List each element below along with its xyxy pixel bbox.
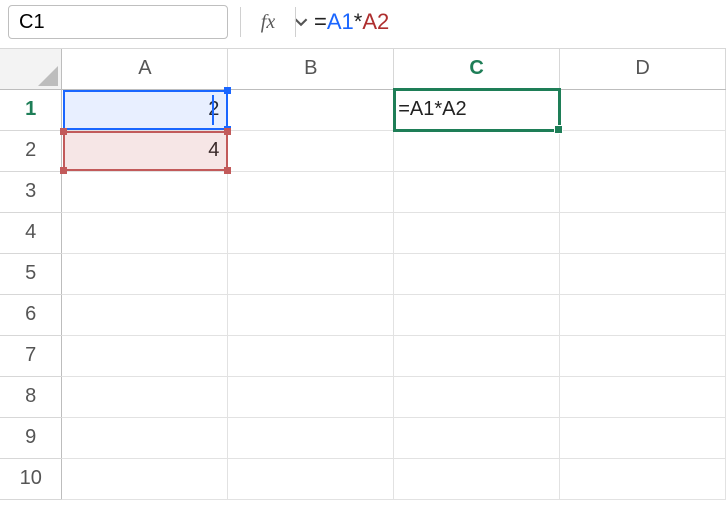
row-header-10[interactable]: 10	[0, 458, 62, 499]
cell-a7[interactable]	[62, 335, 228, 376]
cell-d6[interactable]	[560, 294, 726, 335]
cell-a2[interactable]: 4	[62, 130, 228, 171]
cell-b8[interactable]	[228, 376, 394, 417]
formula-equals: =	[314, 9, 327, 35]
row-header-1[interactable]: 1	[0, 89, 62, 130]
cell-c7[interactable]	[394, 335, 560, 376]
cell-d4[interactable]	[560, 212, 726, 253]
divider	[240, 7, 241, 37]
cell-c3[interactable]	[394, 171, 560, 212]
cell-c9[interactable]	[394, 417, 560, 458]
formula-bar[interactable]: =A1*A2	[308, 5, 718, 39]
row-header-3[interactable]: 3	[0, 171, 62, 212]
spreadsheet-grid[interactable]: A B C D 1 2 =A1*A2 2 4 3	[0, 48, 726, 500]
cell-a6[interactable]	[62, 294, 228, 335]
cell-d9[interactable]	[560, 417, 726, 458]
chevron-down-icon[interactable]	[294, 15, 308, 29]
cell-d8[interactable]	[560, 376, 726, 417]
cell-b3[interactable]	[228, 171, 394, 212]
cell-c10[interactable]	[394, 458, 560, 499]
cell-c1[interactable]: =A1*A2	[394, 89, 560, 130]
cell-c8[interactable]	[394, 376, 560, 417]
row-header-7[interactable]: 7	[0, 335, 62, 376]
cell-c6[interactable]	[394, 294, 560, 335]
cell-a5[interactable]	[62, 253, 228, 294]
cell-a8[interactable]	[62, 376, 228, 417]
row-header-6[interactable]: 6	[0, 294, 62, 335]
cell-a4[interactable]	[62, 212, 228, 253]
cell-b9[interactable]	[228, 417, 394, 458]
name-box-input[interactable]	[9, 11, 294, 34]
cell-d2[interactable]	[560, 130, 726, 171]
column-header-b[interactable]: B	[228, 49, 394, 89]
name-box[interactable]	[8, 5, 228, 39]
formula-toolbar: fx =A1*A2	[0, 0, 726, 48]
cell-d1[interactable]	[560, 89, 726, 130]
cell-a10[interactable]	[62, 458, 228, 499]
column-header-c[interactable]: C	[394, 49, 560, 89]
cell-d5[interactable]	[560, 253, 726, 294]
cell-a9[interactable]	[62, 417, 228, 458]
formula-ref-a2: A2	[362, 9, 389, 35]
cell-c2[interactable]	[394, 130, 560, 171]
cell-c5[interactable]	[394, 253, 560, 294]
formula-operator: *	[354, 9, 363, 35]
formula-ref-a1: A1	[327, 9, 354, 35]
column-header-d[interactable]: D	[560, 49, 726, 89]
row-header-9[interactable]: 9	[0, 417, 62, 458]
cell-b7[interactable]	[228, 335, 394, 376]
row-header-2[interactable]: 2	[0, 130, 62, 171]
cell-b1[interactable]	[228, 89, 394, 130]
cell-a3[interactable]	[62, 171, 228, 212]
fx-icon[interactable]: fx	[253, 11, 283, 34]
cell-b5[interactable]	[228, 253, 394, 294]
select-all-corner[interactable]	[0, 49, 62, 89]
cell-b4[interactable]	[228, 212, 394, 253]
cell-b10[interactable]	[228, 458, 394, 499]
cell-c4[interactable]	[394, 212, 560, 253]
row-header-8[interactable]: 8	[0, 376, 62, 417]
row-header-5[interactable]: 5	[0, 253, 62, 294]
cell-b6[interactable]	[228, 294, 394, 335]
cell-b2[interactable]	[228, 130, 394, 171]
cell-d3[interactable]	[560, 171, 726, 212]
cell-d10[interactable]	[560, 458, 726, 499]
cell-a1[interactable]: 2	[62, 89, 228, 130]
divider	[295, 7, 296, 37]
column-header-a[interactable]: A	[62, 49, 228, 89]
row-header-4[interactable]: 4	[0, 212, 62, 253]
cell-d7[interactable]	[560, 335, 726, 376]
